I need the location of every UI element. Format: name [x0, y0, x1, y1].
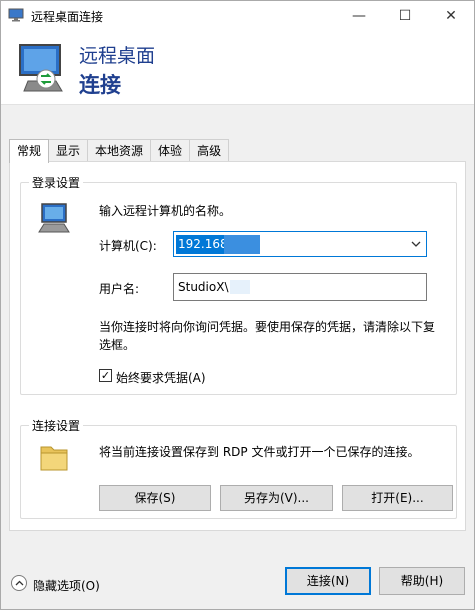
tab-local-resources[interactable]: 本地资源: [87, 139, 152, 162]
username-value: StudioX\: [178, 280, 229, 294]
redacted-block: [230, 280, 250, 294]
window-title: 远程桌面连接: [31, 10, 104, 24]
tab-strip: 常规 显示 本地资源 体验 高级: [9, 139, 230, 163]
header-banner: 远程桌面 连接: [1, 31, 474, 105]
general-tab-panel: 登录设置 输入远程计算机的名称。 计算机(C): 192.168. 用户名: S…: [9, 161, 466, 531]
chevron-down-icon[interactable]: [410, 234, 422, 257]
banner-title-line2: 连接: [79, 73, 121, 97]
redacted-block: [224, 235, 260, 254]
computer-label: 计算机(C):: [99, 239, 157, 253]
save-button[interactable]: 保存(S): [99, 485, 211, 511]
minimize-button[interactable]: —: [336, 1, 382, 31]
always-ask-label[interactable]: 始终要求凭据(A): [116, 369, 206, 386]
username-label: 用户名:: [99, 282, 140, 296]
computer-combobox[interactable]: 192.168.: [173, 231, 427, 257]
maximize-button[interactable]: ☐: [382, 1, 428, 31]
login-settings-title: 登录设置: [29, 174, 84, 191]
login-settings-group: 登录设置 输入远程计算机的名称。 计算机(C): 192.168. 用户名: S…: [20, 174, 457, 395]
computer-name-prompt: 输入远程计算机的名称。: [99, 204, 232, 218]
chevron-up-icon[interactable]: [11, 575, 27, 591]
folder-icon: [38, 439, 70, 473]
remote-desktop-monitor-icon: [16, 41, 72, 97]
username-field[interactable]: StudioX\: [173, 273, 427, 301]
tab-advanced[interactable]: 高级: [189, 139, 230, 162]
title-bar: 远程桌面连接 — ☐ ✕: [1, 1, 474, 31]
tab-general[interactable]: 常规: [9, 139, 50, 163]
tab-experience[interactable]: 体验: [150, 139, 191, 162]
computer-icon: [36, 202, 72, 234]
remote-desktop-window: 远程桌面连接 — ☐ ✕ 远程桌面 连接 常规 显示 本地资源 体验 高级 登录…: [0, 0, 475, 610]
hide-options-link[interactable]: 隐藏选项(O): [33, 577, 100, 594]
credentials-note-line2: 选框。: [99, 338, 136, 352]
help-button[interactable]: 帮助(H): [379, 567, 465, 595]
banner-title-line1: 远程桌面: [79, 45, 156, 67]
open-button[interactable]: 打开(E)...: [342, 485, 453, 511]
tab-display[interactable]: 显示: [48, 139, 89, 162]
connection-settings-group: 连接设置 将当前连接设置保存到 RDP 文件或打开一个已保存的连接。 保存(S)…: [20, 417, 457, 519]
connect-button[interactable]: 连接(N): [285, 567, 371, 595]
close-button[interactable]: ✕: [428, 1, 474, 31]
credentials-note-line1: 当你连接时将向你询问凭据。要使用保存的凭据，请清除以下复: [99, 320, 436, 334]
always-ask-checkbox[interactable]: ✓: [99, 369, 112, 382]
connection-settings-title: 连接设置: [29, 417, 84, 434]
connection-description: 将当前连接设置保存到 RDP 文件或打开一个已保存的连接。: [99, 445, 420, 459]
save-as-button[interactable]: 另存为(V)...: [220, 485, 333, 511]
remote-desktop-icon: [8, 8, 24, 22]
